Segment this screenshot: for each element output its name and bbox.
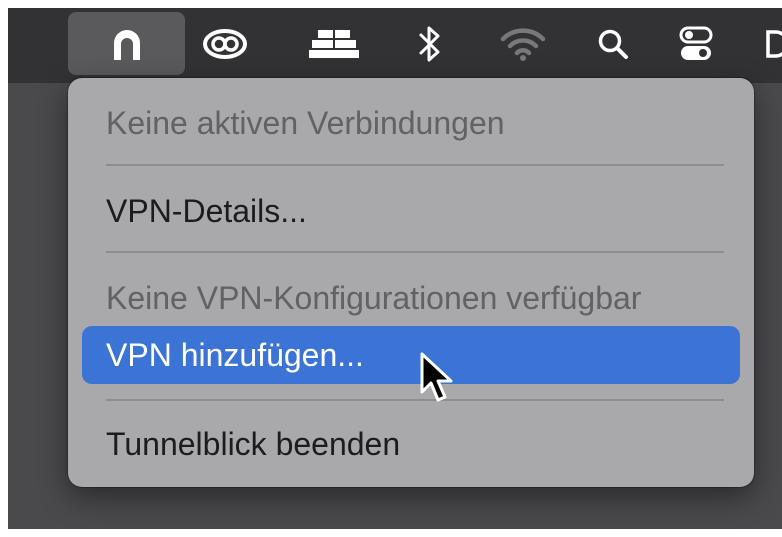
menu-item-no-vpn-configurations: Keine VPN-Konfigurationen verfügbar: [82, 269, 740, 327]
dock-icon: [309, 29, 359, 58]
bluetooth-menu-extra[interactable]: [410, 12, 450, 75]
tunnelblick-menu-extra[interactable]: [68, 12, 185, 75]
creative-cloud-menu-extra[interactable]: [200, 12, 250, 75]
dock-menu-extra[interactable]: [306, 12, 362, 75]
mouse-cursor-icon: [420, 352, 453, 402]
menu-item-label: VPN hinzufügen...: [106, 336, 364, 373]
menu-separator: [106, 399, 724, 401]
control-center-icon: [679, 26, 713, 60]
spotlight-menu-extra[interactable]: [592, 12, 634, 75]
tunnelblick-dropdown-menu: Keine aktiven Verbindungen VPN-Details..…: [68, 78, 754, 487]
menu-bar: [8, 8, 782, 83]
menu-item-quit-tunnelblick[interactable]: Tunnelblick beenden: [82, 415, 740, 473]
wifi-menu-extra[interactable]: [495, 12, 551, 75]
menu-item-label: Keine aktiven Verbindungen: [106, 104, 505, 141]
menu-separator: [106, 251, 724, 253]
control-center-menu-extra[interactable]: [674, 12, 718, 75]
menu-item-label: VPN-Details...: [106, 192, 307, 229]
partial-menu-icon: [766, 29, 782, 58]
search-icon: [598, 29, 628, 59]
bluetooth-icon: [419, 26, 440, 61]
menu-item-no-active-connections: Keine aktiven Verbindungen: [82, 94, 740, 152]
menu-item-label: Keine VPN-Konfigurationen verfügbar: [106, 279, 642, 316]
menu-item-label: Tunnelblick beenden: [106, 425, 401, 462]
tunnelblick-icon: [113, 29, 140, 60]
wifi-icon: [500, 27, 546, 61]
creative-cloud-icon: [203, 28, 247, 59]
screen: Keine aktiven Verbindungen VPN-Details..…: [8, 8, 782, 529]
menu-item-add-vpn[interactable]: VPN hinzufügen...: [82, 326, 740, 384]
clock-menu-extra[interactable]: [762, 12, 782, 75]
menu-item-vpn-details[interactable]: VPN-Details...: [82, 182, 740, 240]
menu-separator: [106, 164, 724, 166]
